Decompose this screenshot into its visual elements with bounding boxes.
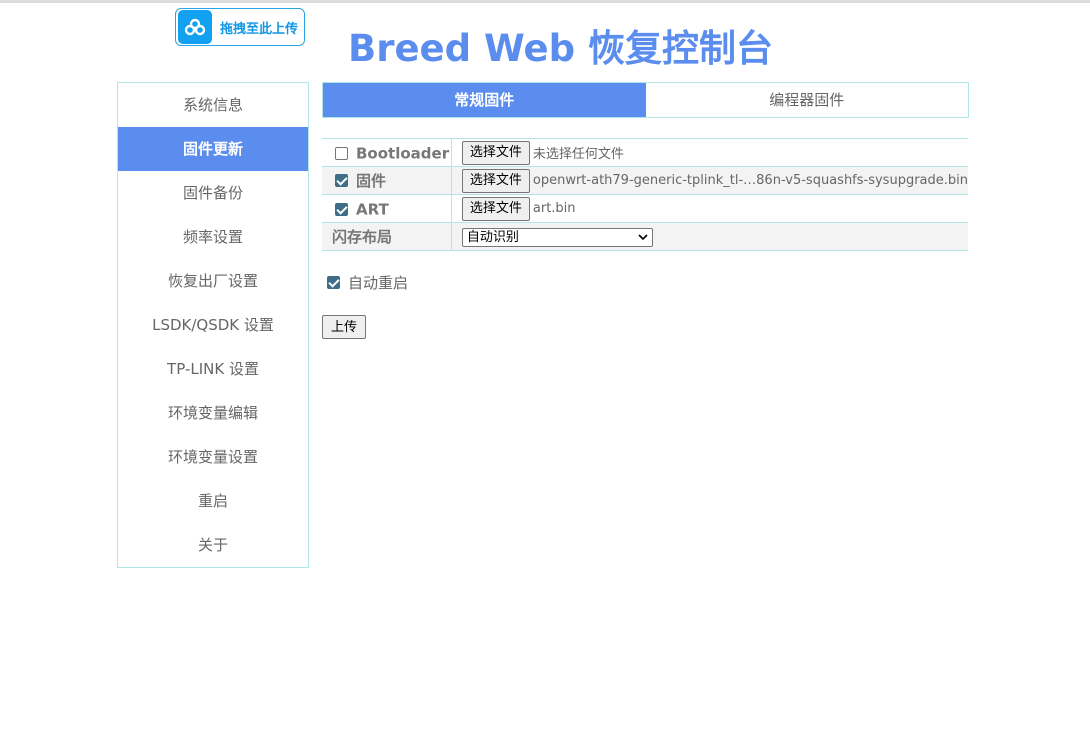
cloud-upload-icon — [178, 10, 212, 44]
drag-upload-label: 拖拽至此上传 — [220, 21, 299, 37]
page-title: Breed Web 恢复控制台 — [348, 27, 773, 70]
sidebar: 系统信息 固件更新 固件备份 频率设置 恢复出厂设置 LSDK/QSDK 设置 … — [117, 82, 309, 568]
sidebar-item-reboot[interactable]: 重启 — [118, 479, 308, 523]
tab-programmer-firmware[interactable]: 编程器固件 — [646, 83, 969, 117]
art-label: ART — [356, 200, 389, 219]
drag-upload-badge[interactable]: 拖拽至此上传 — [175, 8, 305, 46]
auto-reboot-label: 自动重启 — [348, 273, 409, 292]
sidebar-item-lsdk-qsdk-settings[interactable]: LSDK/QSDK 设置 — [118, 303, 308, 347]
flash-layout-select[interactable]: 自动识别 — [461, 227, 653, 247]
sidebar-item-env-var-edit[interactable]: 环境变量编辑 — [118, 391, 308, 435]
firmware-tabs: 常规固件 编程器固件 — [322, 82, 969, 118]
bootloader-label: Bootloader — [356, 144, 450, 163]
form-row-bootloader: Bootloader 选择文件 未选择任何文件 — [322, 138, 968, 167]
chevron-down-icon — [638, 233, 648, 240]
flash-layout-selected-value: 自动识别 — [466, 229, 519, 245]
top-border — [0, 0, 1090, 3]
firmware-upload-form: Bootloader 选择文件 未选择任何文件 固件 选择文件 openwrt-at… — [322, 138, 968, 251]
art-checkbox[interactable] — [335, 202, 348, 216]
art-file-name: art.bin — [532, 201, 576, 216]
bootloader-file-name: 未选择任何文件 — [532, 147, 624, 162]
sidebar-item-env-var-settings[interactable]: 环境变量设置 — [118, 435, 308, 479]
form-row-flash-layout: 闪存布局 自动识别 — [322, 222, 968, 251]
firmware-checkbox[interactable] — [335, 174, 348, 187]
sidebar-item-tplink-settings[interactable]: TP-LINK 设置 — [118, 347, 308, 391]
flash-layout-label: 闪存布局 — [332, 228, 393, 246]
sidebar-item-system-info[interactable]: 系统信息 — [118, 83, 308, 127]
form-row-art: ART 选择文件 art.bin — [322, 194, 968, 223]
firmware-label: 固件 — [356, 172, 387, 190]
tab-regular-firmware[interactable]: 常规固件 — [323, 83, 646, 117]
sidebar-item-firmware-backup[interactable]: 固件备份 — [118, 171, 308, 215]
bootloader-checkbox[interactable] — [335, 146, 348, 160]
sidebar-item-firmware-update[interactable]: 固件更新 — [118, 127, 308, 171]
bootloader-choose-file-button[interactable]: 选择文件 — [461, 140, 530, 165]
sidebar-item-about[interactable]: 关于 — [118, 523, 308, 567]
form-row-firmware: 固件 选择文件 openwrt-ath79-generic-tplink_tl-…… — [322, 166, 968, 195]
art-choose-file-button[interactable]: 选择文件 — [461, 196, 530, 221]
auto-reboot-option: 自动重启 — [327, 272, 408, 292]
sidebar-item-factory-reset[interactable]: 恢复出厂设置 — [118, 259, 308, 303]
upload-button[interactable]: 上传 — [322, 315, 367, 339]
firmware-file-name: openwrt-ath79-generic-tplink_tl-…86n-v5-… — [532, 173, 968, 188]
sidebar-item-frequency-settings[interactable]: 频率设置 — [118, 215, 308, 259]
auto-reboot-checkbox[interactable] — [327, 275, 340, 289]
firmware-choose-file-button[interactable]: 选择文件 — [461, 168, 530, 193]
